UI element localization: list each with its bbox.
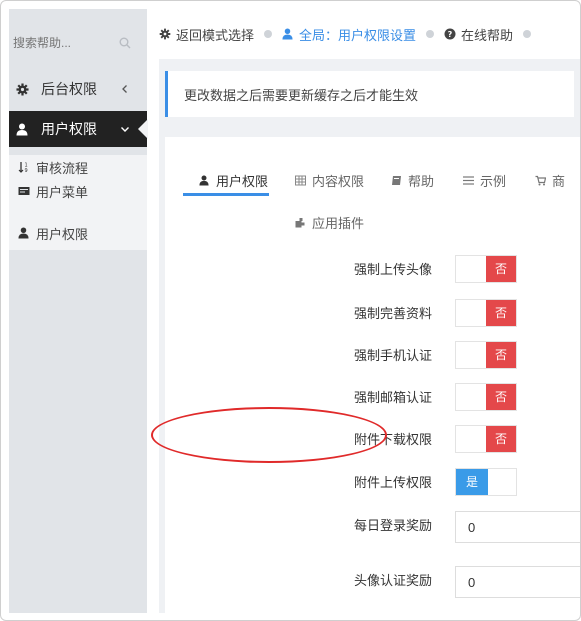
table-icon	[295, 175, 306, 186]
sort-icon: 19	[18, 161, 30, 173]
toggle-switch[interactable]: 是	[455, 468, 517, 496]
card-icon	[18, 185, 30, 197]
setting-label: 强制邮箱认证	[353, 390, 432, 405]
toggle-switch[interactable]: 否	[455, 425, 517, 453]
search-icon[interactable]	[119, 37, 131, 49]
back-to-mode-link[interactable]: 返回模式选择	[159, 25, 254, 44]
puzzle-icon	[295, 217, 306, 228]
separator-dot	[426, 30, 435, 38]
tab-label: 内容权限	[312, 174, 365, 189]
sidebar-item-label: 用户权限	[41, 121, 97, 137]
gear-icon	[159, 28, 171, 40]
tab-plugins[interactable]: 应用插件	[295, 213, 364, 232]
daily-login-reward-input[interactable]	[455, 511, 580, 543]
question-circle-icon: ?	[444, 28, 456, 40]
subitem-label: 用户权限	[36, 226, 89, 242]
user-icon	[18, 227, 30, 239]
app-window: 后台权限 用户权限 19 审核流程	[0, 0, 581, 621]
setting-label: 每日登录奖励	[353, 518, 432, 533]
svg-text:9: 9	[25, 168, 28, 173]
book-icon	[391, 175, 402, 186]
sidebar-subitem-user-permissions[interactable]: 用户权限	[9, 221, 147, 245]
setting-label: 强制手机认证	[353, 348, 432, 363]
toggle-switch[interactable]: 否	[455, 255, 517, 283]
user-icon	[199, 175, 210, 186]
sidebar-item-admin-permissions[interactable]: 后台权限	[9, 71, 147, 107]
tab-examples[interactable]: 示例	[463, 171, 506, 190]
tab-label: 应用插件	[312, 216, 365, 231]
online-help-link[interactable]: ? 在线帮助	[444, 25, 513, 44]
tab-label: 商	[552, 174, 566, 189]
tab-shop[interactable]: 商	[535, 171, 565, 190]
setting-download-permission: 附件下载权限 否	[165, 425, 580, 455]
chevron-down-icon	[119, 122, 131, 134]
avatar-reward-input[interactable]	[455, 566, 580, 598]
subitem-label: 审核流程	[36, 160, 89, 176]
toggle-value: 否	[486, 384, 516, 410]
setting-label: 附件上传权限	[353, 475, 432, 490]
sidebar-subitem-user-menu[interactable]: 用户菜单	[9, 179, 147, 203]
setting-force-phone: 强制手机认证 否	[165, 341, 580, 371]
sidebar-submenu: 19 审核流程 用户菜单 用户权限	[9, 155, 147, 250]
setting-upload-permission: 附件上传权限 是	[165, 468, 580, 498]
global-label: 全局：用户权限设置	[299, 27, 417, 43]
setting-label: 强制上传头像	[353, 262, 432, 277]
tab-help[interactable]: 帮助	[391, 171, 434, 190]
tab-user-permissions[interactable]: 用户权限	[199, 171, 268, 190]
setting-label: 头像认证奖励	[353, 573, 432, 588]
user-icon	[15, 122, 29, 136]
notice-text: 更改数据之后需要更新缓存之后才能生效	[184, 87, 419, 103]
tab-content-permissions[interactable]: 内容权限	[295, 171, 364, 190]
sidebar-subitem-review-flow[interactable]: 19 审核流程	[9, 155, 147, 179]
cache-notice: 更改数据之后需要更新缓存之后才能生效	[165, 71, 574, 117]
tab-label: 示例	[480, 174, 507, 189]
toggle-switch[interactable]: 否	[455, 383, 517, 411]
sidebar-item-user-permissions[interactable]: 用户权限	[9, 111, 148, 147]
gear-icon	[15, 82, 29, 96]
back-label: 返回模式选择	[176, 27, 255, 43]
svg-text:?: ?	[448, 30, 453, 39]
setting-force-profile: 强制完善资料 否	[165, 299, 580, 329]
toggle-value: 是	[456, 469, 488, 495]
toggle-switch[interactable]: 否	[455, 299, 517, 327]
toggle-value: 否	[486, 426, 516, 452]
subitem-label: 用户菜单	[36, 184, 89, 200]
toggle-value: 否	[486, 342, 516, 368]
chevron-left-icon	[119, 82, 131, 94]
user-icon	[282, 28, 294, 40]
setting-force-email: 强制邮箱认证 否	[165, 383, 580, 413]
main-content: 更改数据之后需要更新缓存之后才能生效 用户权限 内容权限 帮助 示例 商 应用插…	[159, 59, 580, 613]
active-tab-indicator	[183, 193, 269, 196]
setting-label: 强制完善资料	[353, 306, 432, 321]
setting-daily-login-reward: 每日登录奖励	[165, 511, 580, 543]
global-user-permissions-link[interactable]: 全局：用户权限设置	[282, 25, 416, 44]
breadcrumb: 返回模式选择 全局：用户权限设置 ? 在线帮助	[159, 19, 580, 49]
sidebar-search	[9, 27, 147, 63]
toggle-switch[interactable]: 否	[455, 341, 517, 369]
setting-avatar-reward: 头像认证奖励	[165, 566, 580, 598]
separator-dot	[264, 30, 273, 38]
tab-label: 用户权限	[216, 174, 269, 189]
cart-icon	[535, 175, 546, 186]
list-icon	[463, 175, 474, 186]
search-input[interactable]	[13, 27, 133, 59]
setting-force-avatar: 强制上传头像 否	[165, 255, 580, 285]
tab-bar: 用户权限 内容权限 帮助 示例 商 应用插件	[183, 149, 580, 235]
sidebar-item-label: 后台权限	[41, 81, 97, 97]
toggle-value: 否	[486, 256, 516, 282]
setting-label: 附件下载权限	[353, 432, 432, 447]
sidebar: 后台权限 用户权限 19 审核流程	[9, 9, 148, 613]
toggle-value: 否	[486, 300, 516, 326]
settings-panel: 用户权限 内容权限 帮助 示例 商 应用插件 强制上传头像 否 强制完善资料 否…	[165, 137, 580, 613]
help-label: 在线帮助	[461, 27, 514, 43]
tab-label: 帮助	[408, 174, 435, 189]
active-indicator	[138, 119, 148, 139]
separator-dot	[523, 30, 532, 38]
